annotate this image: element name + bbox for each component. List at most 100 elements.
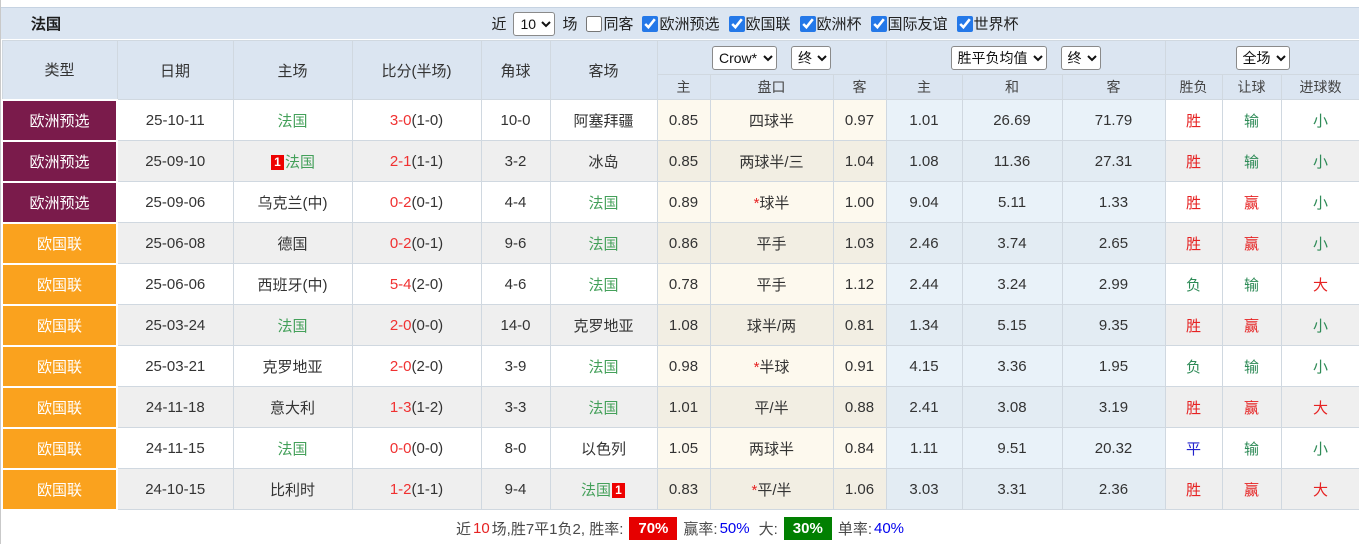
score-cell: 1-2(1-1) — [352, 469, 481, 510]
home-team: 西班牙(中) — [233, 264, 352, 305]
scope-header: 全场 — [1165, 41, 1359, 75]
halftime-score: (1-1) — [412, 481, 444, 498]
goals-result: 小 — [1281, 182, 1359, 223]
subheader-goals: 进球数 — [1281, 75, 1359, 100]
filter-bar: 法国 近 10 场 同客 欧洲预选 欧国联 欧洲杯 — [1, 7, 1359, 40]
odds-time-select[interactable]: 终 — [791, 46, 831, 70]
handicap-result: 输 — [1222, 264, 1281, 305]
table-row: 欧国联 24-10-15 比利时 1-2(1-1) 9-4 法国1 0.83 *… — [2, 469, 1359, 510]
recent-count-select[interactable]: 10 — [513, 12, 555, 36]
summary-text: 场,胜7平1负2, 胜率: — [492, 518, 624, 539]
score-cell: 0-0(0-0) — [352, 428, 481, 469]
match-date: 25-06-06 — [117, 264, 233, 305]
world-cup-checkbox[interactable] — [957, 16, 973, 32]
handicap: 平手 — [710, 223, 833, 264]
score-cell: 0-2(0-1) — [352, 223, 481, 264]
odds-away: 0.91 — [833, 346, 886, 387]
match-date: 25-09-10 — [117, 141, 233, 182]
fulltime-score: 0-2 — [390, 194, 412, 211]
result: 负 — [1165, 346, 1222, 387]
handicap-value: 平/半 — [754, 400, 788, 417]
handicap-result: 赢 — [1222, 223, 1281, 264]
summary-footer: 近10场,胜7平1负2, 胜率: 70% 赢率:50% 大: 30% 单率:40… — [1, 511, 1359, 544]
unit-label: 场 — [562, 13, 577, 34]
handicap: 平/半 — [710, 387, 833, 428]
score-cell: 0-2(0-1) — [352, 182, 481, 223]
handicap-value: 两球半 — [749, 441, 794, 458]
mean-home: 2.44 — [886, 264, 962, 305]
mean-away: 3.19 — [1062, 387, 1165, 428]
mean-away: 9.35 — [1062, 305, 1165, 346]
odds-away: 0.88 — [833, 387, 886, 428]
table-row: 欧国联 24-11-15 法国 0-0(0-0) 8-0 以色列 1.05 两球… — [2, 428, 1359, 469]
mean-odds-select[interactable]: 胜平负均值 — [951, 46, 1047, 70]
competition-filter-euro-qualifiers: 欧洲预选 — [636, 13, 719, 34]
odds-home: 0.83 — [657, 469, 710, 510]
odds-company-select[interactable]: Crow* — [712, 46, 777, 70]
table-row: 欧国联 24-11-18 意大利 1-3(1-2) 3-3 法国 1.01 平/… — [2, 387, 1359, 428]
friendly-checkbox[interactable] — [871, 16, 887, 32]
handicap-result: 输 — [1222, 428, 1281, 469]
handicap-result: 赢 — [1222, 305, 1281, 346]
single-rate-label: 单率: — [838, 518, 872, 539]
goals-result: 大 — [1281, 264, 1359, 305]
mean-away: 2.99 — [1062, 264, 1165, 305]
single-rate-value: 40% — [874, 520, 904, 537]
mean-home: 1.11 — [886, 428, 962, 469]
same-venue-filter: 同客 — [580, 13, 633, 34]
col-header-away: 客场 — [550, 41, 657, 100]
match-date: 24-10-15 — [117, 469, 233, 510]
win-rate-badge: 70% — [629, 517, 677, 540]
mean-home: 1.34 — [886, 305, 962, 346]
result: 胜 — [1165, 387, 1222, 428]
score-cell: 2-1(1-1) — [352, 141, 481, 182]
away-team: 以色列 — [550, 428, 657, 469]
corners: 10-0 — [481, 100, 550, 141]
handicap-result: 赢 — [1222, 469, 1281, 510]
corners: 14-0 — [481, 305, 550, 346]
euro-qualifiers-label: 欧洲预选 — [659, 13, 719, 34]
odds-home: 0.78 — [657, 264, 710, 305]
euro-checkbox[interactable] — [800, 16, 816, 32]
home-team: 法国 — [233, 100, 352, 141]
home-team: 比利时 — [233, 469, 352, 510]
goals-result: 小 — [1281, 100, 1359, 141]
halftime-score: (0-0) — [412, 440, 444, 457]
handicap-value: 平手 — [756, 236, 786, 253]
euro-qualifiers-checkbox[interactable] — [642, 16, 658, 32]
away-team: 克罗地亚 — [550, 305, 657, 346]
goals-result: 大 — [1281, 387, 1359, 428]
odds-home: 0.86 — [657, 223, 710, 264]
mean-time-select[interactable]: 终 — [1061, 46, 1101, 70]
match-date: 24-11-18 — [117, 387, 233, 428]
match-date: 25-09-06 — [117, 182, 233, 223]
handicap-value: 球半/两 — [747, 318, 796, 335]
goals-result: 小 — [1281, 223, 1359, 264]
handicap-result: 输 — [1222, 100, 1281, 141]
odds-home: 0.85 — [657, 141, 710, 182]
same-venue-label: 同客 — [603, 13, 633, 34]
scope-select[interactable]: 全场 — [1236, 46, 1290, 70]
score-cell: 2-0(2-0) — [352, 346, 481, 387]
match-type: 欧国联 — [2, 305, 117, 346]
fulltime-score: 3-0 — [390, 112, 412, 129]
home-team-name: 法国 — [285, 154, 315, 171]
mean-draw: 26.69 — [962, 100, 1062, 141]
fulltime-score: 2-0 — [390, 358, 412, 375]
goals-result: 小 — [1281, 305, 1359, 346]
mean-odds-header: 胜平负均值 终 — [886, 41, 1165, 75]
match-stats-page: 法国 近 10 场 同客 欧洲预选 欧国联 欧洲杯 — [0, 0, 1359, 544]
result: 负 — [1165, 264, 1222, 305]
matches-table: 类型 日期 主场 比分(半场) 角球 客场 Crow* 终 — [1, 40, 1359, 511]
world-cup-label: 世界杯 — [974, 13, 1019, 34]
score-cell: 3-0(1-0) — [352, 100, 481, 141]
home-team: 法国 — [233, 428, 352, 469]
score-cell: 2-0(0-0) — [352, 305, 481, 346]
result: 胜 — [1165, 100, 1222, 141]
mean-away: 1.95 — [1062, 346, 1165, 387]
same-venue-checkbox[interactable] — [586, 16, 602, 32]
nations-league-checkbox[interactable] — [729, 16, 745, 32]
fulltime-score: 2-1 — [390, 153, 412, 170]
subheader-mean-away: 客 — [1062, 75, 1165, 100]
handicap: 四球半 — [710, 100, 833, 141]
